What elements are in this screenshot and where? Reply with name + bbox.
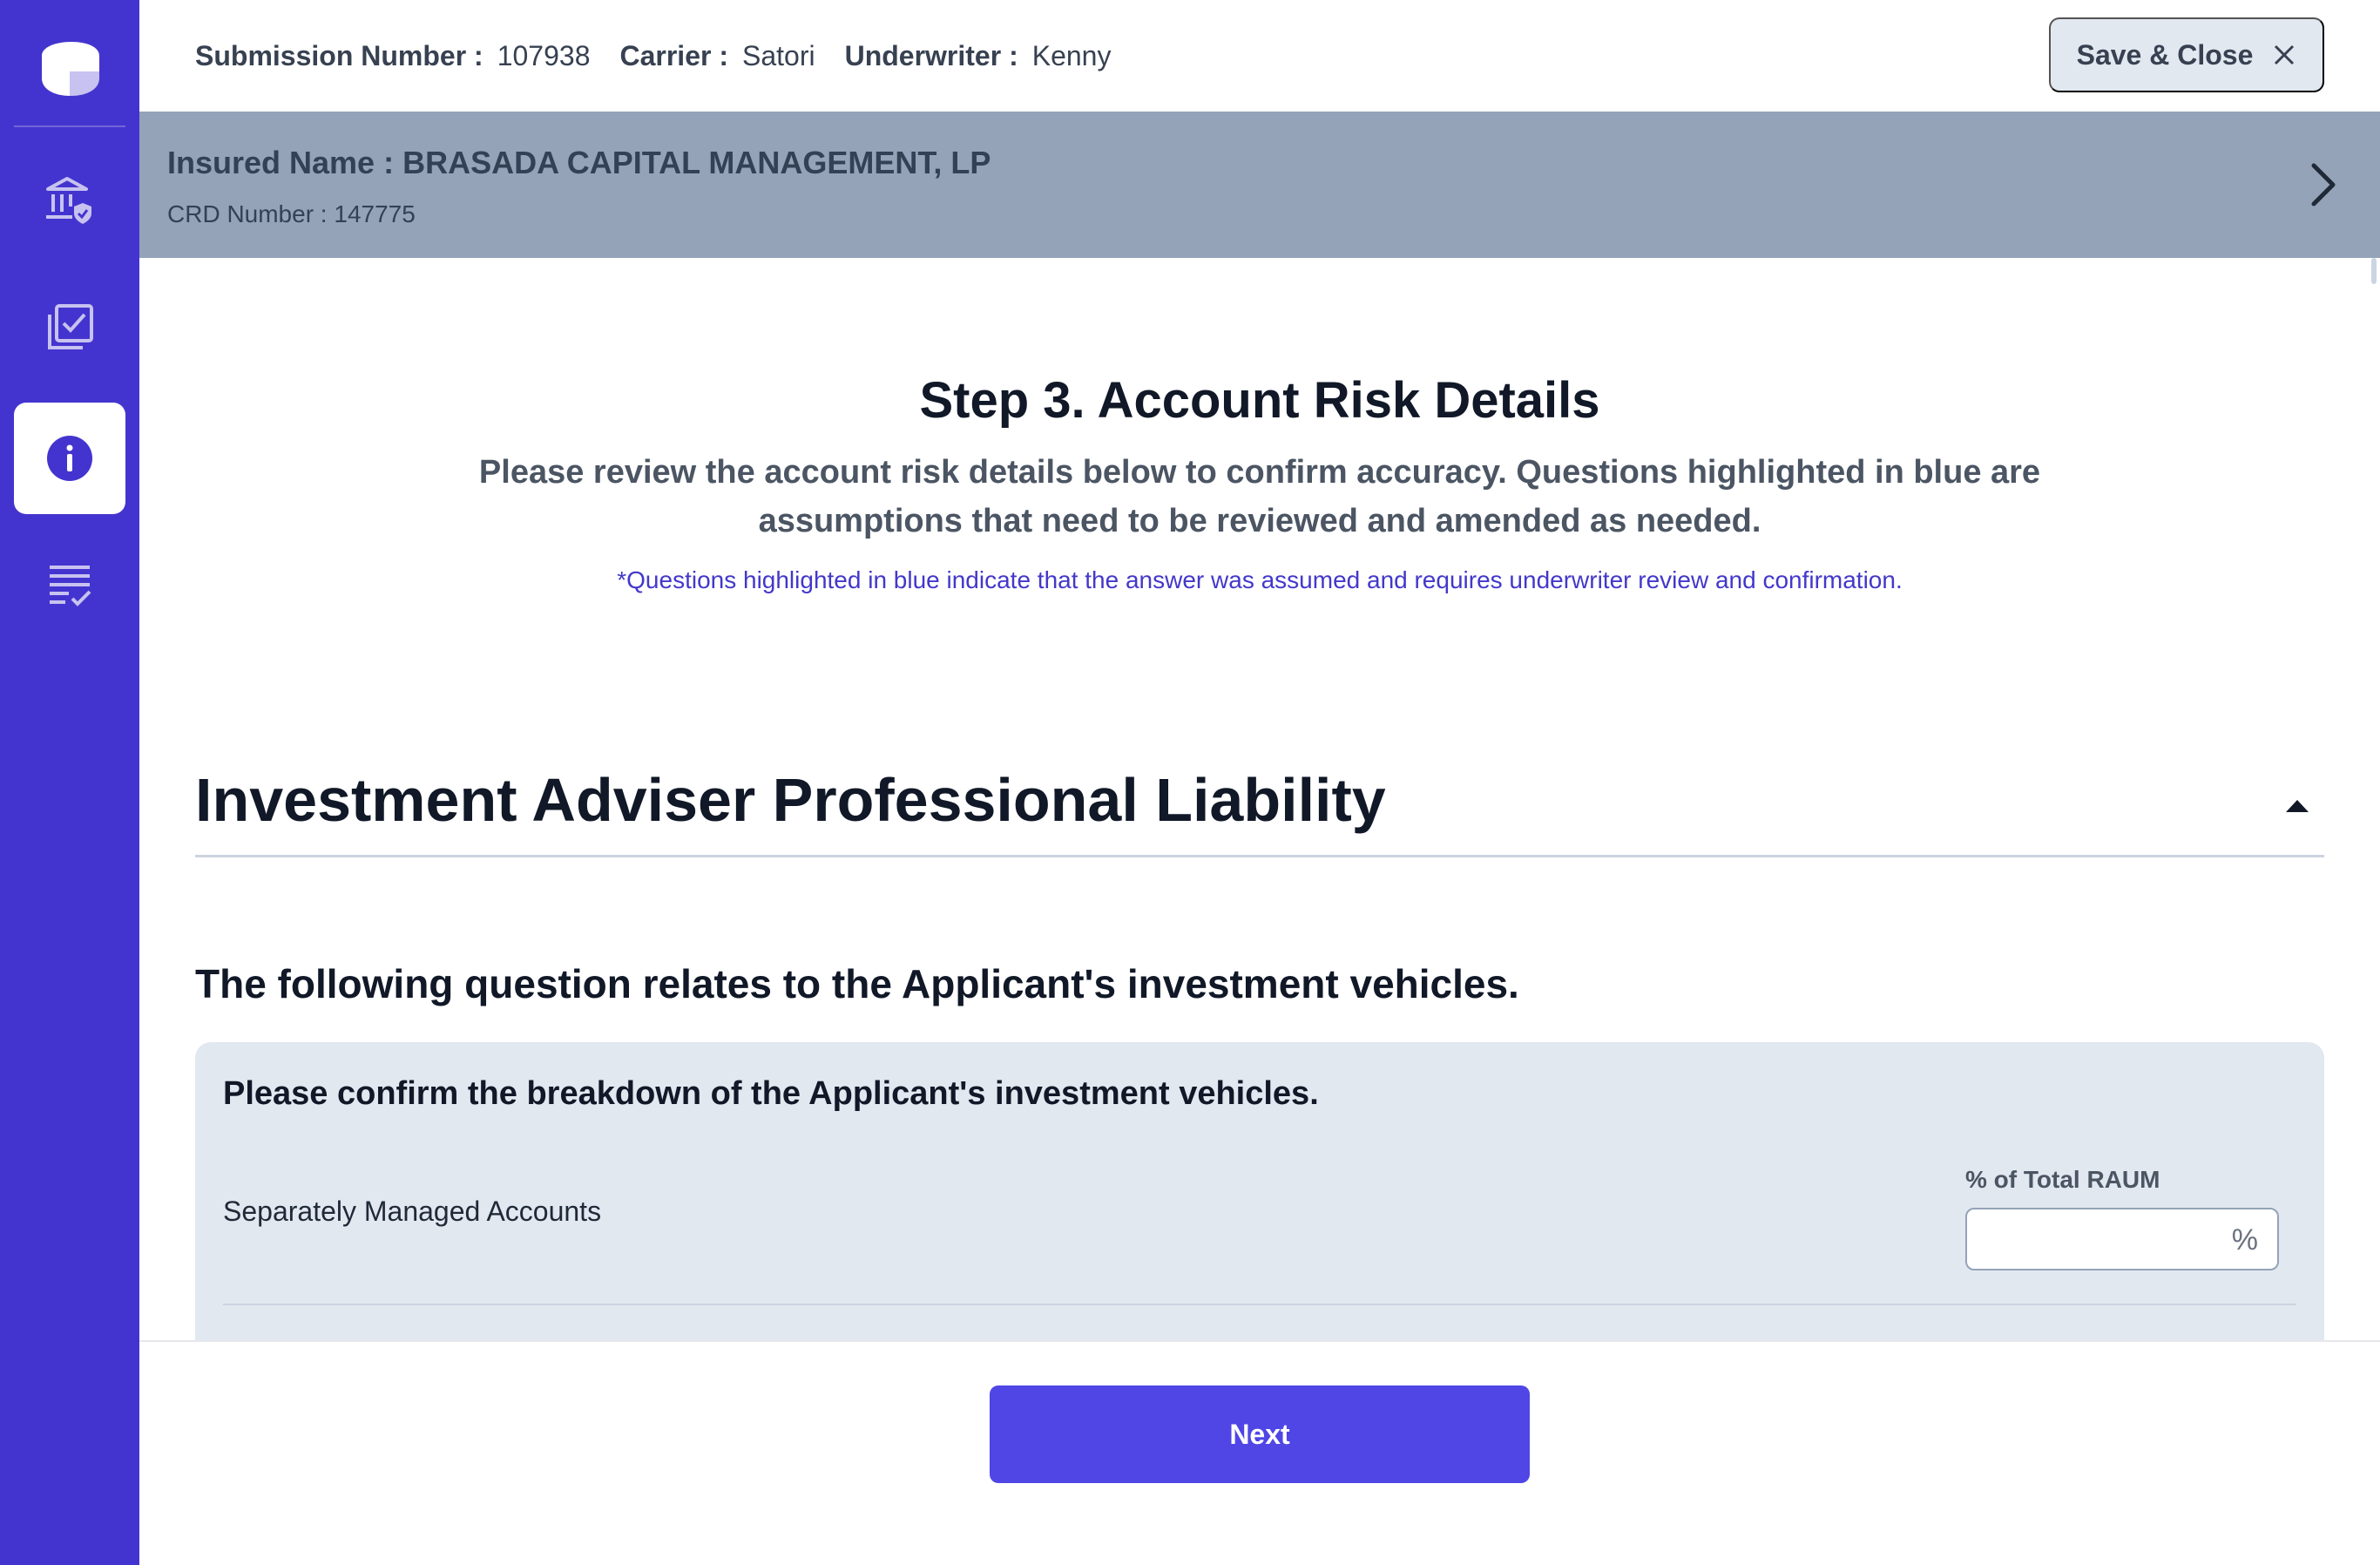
insured-name: Insured Name : BRASADA CAPITAL MANAGEMEN… (167, 145, 991, 180)
submission-number-label: Submission Number : (195, 39, 483, 71)
assumption-note: *Questions highlighted in blue indicate … (617, 566, 1903, 593)
step-subtitle: Please review the account risk details b… (478, 454, 2041, 539)
bank-shield-icon (46, 177, 91, 224)
carrier-value: Satori (741, 39, 815, 71)
insured-banner[interactable]: Insured Name : BRASADA CAPITAL MANAGEMEN… (139, 112, 2380, 258)
save-close-label: Save & Close (2076, 38, 2254, 71)
step-title: Step 3. Account Risk Details (919, 372, 1600, 429)
footer-bar: Next (139, 1340, 2380, 1565)
section-title: Investment Adviser Professional Liabilit… (195, 766, 1386, 834)
sma-percent-input[interactable] (1967, 1209, 2220, 1269)
submission-meta: Submission Number : 107938 Carrier : Sat… (195, 40, 1140, 72)
underwriter-label: Underwriter : (844, 39, 1018, 71)
underwriter-value: Kenny (1031, 39, 1112, 71)
save-close-button[interactable]: Save & Close (2049, 17, 2324, 92)
sidebar-item-info[interactable] (14, 403, 125, 514)
review-list-icon (50, 566, 91, 606)
section-header[interactable]: Investment Adviser Professional Liabilit… (195, 765, 2324, 857)
sma-percent-field[interactable]: % (1965, 1208, 2279, 1270)
row-label-sma: Separately Managed Accounts (223, 1196, 602, 1227)
scrollbar-thumb[interactable] (2371, 258, 2377, 284)
crd-number: CRD Number : 147775 (167, 200, 416, 227)
close-icon (2275, 44, 2295, 65)
next-button[interactable]: Next (990, 1385, 1530, 1483)
main-content: Step 3. Account Risk Details Please revi… (139, 258, 2380, 1340)
top-header: Submission Number : 107938 Carrier : Sat… (139, 0, 2380, 112)
info-icon (47, 436, 92, 481)
question-text: Please confirm the breakdown of the Appl… (223, 1075, 1319, 1112)
checklist-copy-icon (48, 304, 93, 349)
collapse-caret-icon[interactable] (2282, 795, 2312, 816)
question-card: Please confirm the breakdown of the Appl… (195, 1042, 2324, 1340)
row-divider (223, 1304, 2296, 1305)
sidebar-item-account[interactable] (14, 145, 125, 256)
percent-suffix: % (2231, 1223, 2258, 1257)
question-lead: The following question relates to the Ap… (195, 961, 1519, 1006)
submission-number-value: 107938 (497, 39, 591, 71)
sidebar-item-review[interactable] (14, 530, 125, 641)
raum-column-header: % of Total RAUM (1965, 1166, 2160, 1193)
sidebar-item-checklist[interactable] (14, 272, 125, 383)
sidebar (0, 0, 139, 1565)
app-logo-icon[interactable] (37, 40, 103, 98)
sidebar-divider (14, 125, 125, 127)
chevron-right-icon[interactable] (2296, 159, 2349, 211)
carrier-label: Carrier : (619, 39, 728, 71)
